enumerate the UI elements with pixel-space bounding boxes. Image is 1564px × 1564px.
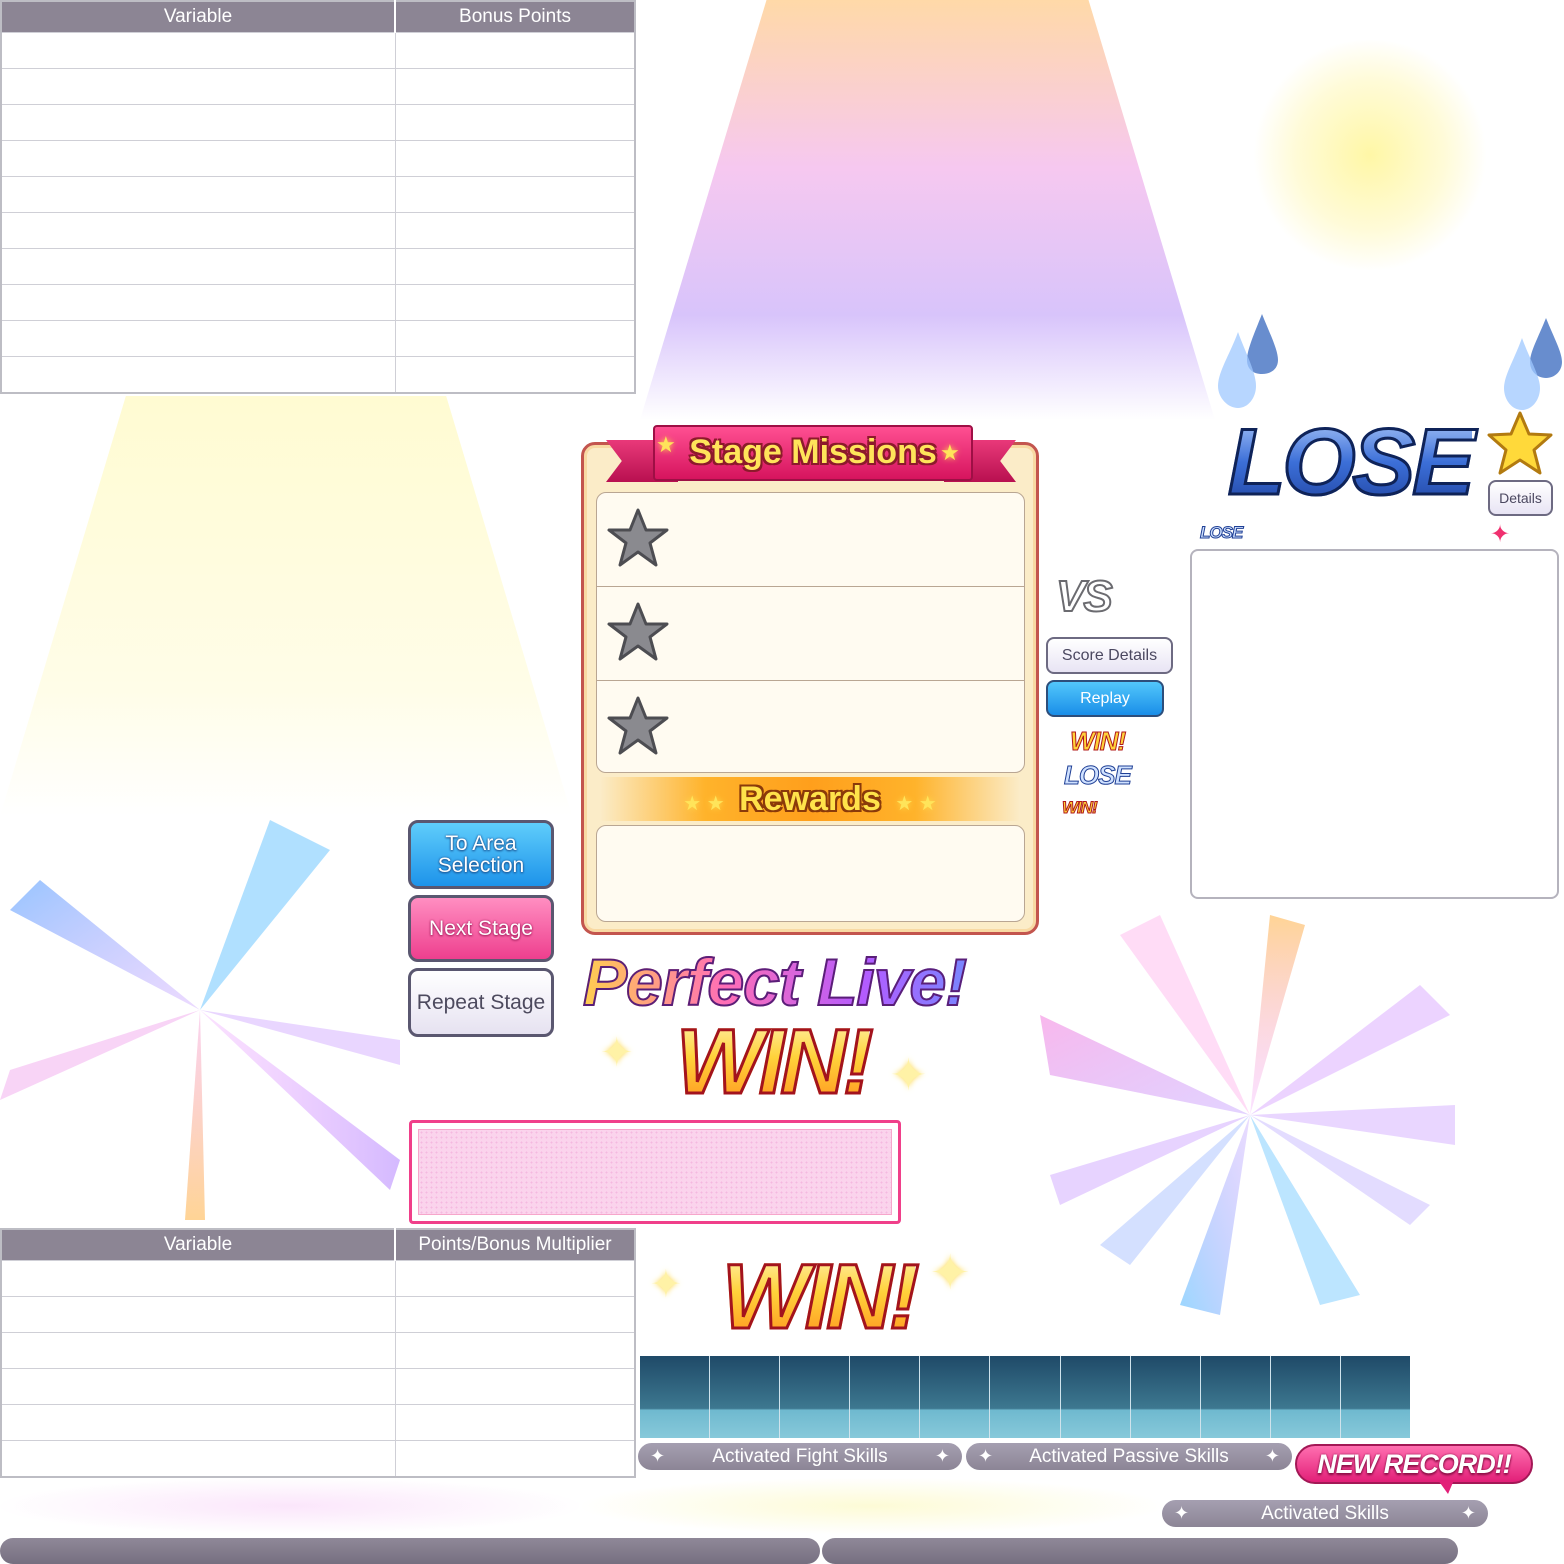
details-button[interactable]: Details (1488, 480, 1553, 516)
multiplier-table: Variable Points/Bonus Multiplier (0, 1228, 636, 1478)
win-badge-medium: WIN! (1069, 726, 1126, 757)
grey-star-icon (607, 696, 669, 755)
activated-passive-skills-bar: ✦ Activated Passive Skills ✦ (966, 1443, 1292, 1470)
details-content-box (1190, 549, 1559, 899)
sparkle-icon: ✦ (978, 1446, 994, 1466)
sparkle-icon: ✦ (1460, 1503, 1476, 1523)
lose-badge-medium: LOSE (1064, 760, 1133, 791)
mission-row (597, 493, 1024, 587)
light-beam-left (0, 396, 572, 816)
bottom-bar-left (0, 1538, 820, 1564)
gauge-cell (1270, 1356, 1341, 1438)
win-logo: WIN! (674, 1010, 875, 1115)
table-row (0, 176, 636, 213)
to-area-selection-button[interactable]: To Area Selection (408, 820, 554, 889)
sparkle-icon: ✦ (650, 1264, 682, 1306)
grey-star-icon (607, 508, 669, 567)
next-stage-button[interactable]: Next Stage (408, 895, 554, 962)
gauge-cell (1200, 1356, 1271, 1438)
gold-star-icon (1487, 411, 1553, 475)
lose-badge-small: LOSE (1199, 523, 1243, 543)
column-header-variable: Variable (1, 1, 395, 33)
grey-star-icon (607, 602, 669, 661)
star-icon: ★ ★ (683, 793, 725, 815)
stage-missions-title: Stage Missions (653, 425, 973, 481)
sparkle-icon: ✦ (890, 1051, 927, 1100)
win-badge-small: WIN! (1062, 798, 1099, 818)
sparkle-icon: ✦ (934, 1446, 950, 1466)
sparkle-icon: ✦ (600, 1031, 634, 1075)
light-beam-top (640, 0, 1215, 420)
table-row (0, 68, 636, 105)
mission-row (597, 587, 1024, 681)
rewards-box (596, 825, 1025, 922)
table-row (0, 1332, 636, 1369)
new-record-tail (1438, 1480, 1454, 1494)
table-row (0, 140, 636, 177)
sweat-drop-icon (1504, 318, 1562, 410)
column-header-multiplier: Points/Bonus Multiplier (394, 1229, 635, 1261)
sparkle-icon: ✦ (1174, 1503, 1190, 1523)
score-details-button[interactable]: Score Details (1046, 637, 1173, 674)
pink-glow-ellipse (0, 1478, 580, 1534)
table-row (0, 104, 636, 141)
table-row (0, 320, 636, 357)
starburst-right (1040, 915, 1455, 1315)
activated-skills-bar: ✦ Activated Skills ✦ (1162, 1500, 1488, 1527)
lose-logo: LOSE (1227, 408, 1477, 516)
starburst-left (0, 820, 400, 1220)
pink-sparkle-icon: ✦ (1490, 521, 1511, 548)
table-row (0, 1296, 636, 1333)
bonus-points-table: Variable Bonus Points (0, 0, 636, 394)
activated-fight-skills-bar: ✦ Activated Fight Skills ✦ (638, 1443, 962, 1470)
gauge-cell (1130, 1356, 1201, 1438)
rewards-header: ★ ★ Rewards ★ ★ (600, 777, 1020, 821)
replay-button[interactable]: Replay (1046, 680, 1164, 717)
yellow-glow (1250, 40, 1490, 270)
table-row (0, 1260, 636, 1297)
sparkle-icon: ✦ (930, 1247, 971, 1300)
gauge-cell (640, 1356, 711, 1438)
repeat-stage-button[interactable]: Repeat Stage (408, 968, 554, 1037)
column-header-variable: Variable (1, 1229, 395, 1261)
bottom-bar-right (822, 1538, 1458, 1564)
table-row (0, 32, 636, 69)
table-row (0, 284, 636, 321)
yellow-glow-ellipse (582, 1478, 1162, 1534)
mission-list (596, 492, 1025, 773)
table-row (0, 1368, 636, 1405)
sparkle-icon: ✦ (1264, 1446, 1280, 1466)
vs-logo: VS (1055, 571, 1114, 622)
star-icon: ★ (656, 432, 676, 457)
gauge-grid (640, 1356, 1411, 1438)
pink-result-frame-inner (418, 1129, 892, 1215)
table-row (0, 248, 636, 285)
table-row (0, 356, 636, 394)
star-icon: ★ (940, 440, 960, 465)
gauge-cell (920, 1356, 991, 1438)
perfect-live-logo: Perfect Live! (582, 944, 983, 1020)
table-row (0, 1440, 636, 1478)
table-row (0, 1404, 636, 1441)
win-logo-large: WIN! (720, 1245, 921, 1350)
gauge-cell (710, 1356, 781, 1438)
column-header-bonus-points: Bonus Points (394, 1, 635, 33)
gauge-cell (850, 1356, 921, 1438)
pink-result-frame (409, 1120, 901, 1224)
gauge-cell (1060, 1356, 1131, 1438)
new-record-badge: NEW RECORD!! (1295, 1444, 1533, 1484)
star-icon: ★ ★ (895, 793, 937, 815)
gauge-cell (990, 1356, 1061, 1438)
mission-row (597, 681, 1024, 772)
gauge-cell (780, 1356, 851, 1438)
sweat-drop-icon (1218, 314, 1278, 408)
sparkle-icon: ✦ (650, 1446, 666, 1466)
gauge-cell (1340, 1356, 1411, 1438)
table-row (0, 212, 636, 249)
